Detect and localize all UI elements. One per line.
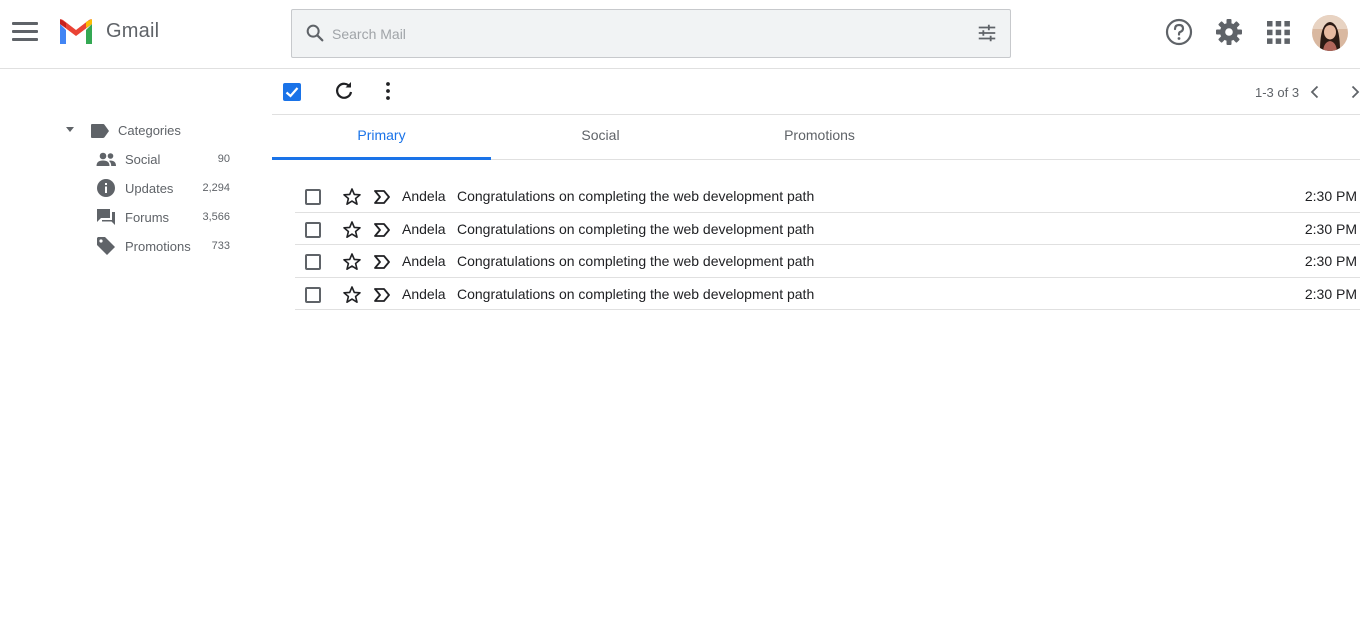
- email-sender: Andela: [402, 188, 446, 204]
- sidebar-item-count: 3,566: [202, 211, 230, 223]
- row-checkbox[interactable]: [305, 254, 321, 270]
- help-icon[interactable]: [1164, 17, 1194, 47]
- important-icon[interactable]: [373, 287, 391, 303]
- search-bar[interactable]: [291, 9, 1011, 58]
- sidebar-item-count: 90: [217, 153, 230, 165]
- sidebar-item-forums[interactable]: Forums 3,566: [95, 206, 235, 228]
- search-icon[interactable]: [304, 22, 326, 44]
- chevron-right-icon[interactable]: [1346, 83, 1360, 101]
- star-icon[interactable]: [342, 252, 362, 272]
- email-subject: Congratulations on completing the web de…: [457, 220, 815, 237]
- email-sender: Andela: [402, 220, 446, 237]
- important-icon[interactable]: [373, 189, 391, 205]
- email-sender: Andela: [402, 253, 446, 269]
- star-icon[interactable]: [342, 187, 362, 207]
- tag-icon: [97, 237, 115, 255]
- menu-icon[interactable]: [10, 19, 40, 45]
- categories-toggle[interactable]: Categories: [62, 121, 242, 141]
- email-subject: Congratulations on completing the web de…: [457, 285, 815, 302]
- more-vert-icon[interactable]: [376, 79, 400, 103]
- email-time: 2:30 PM: [1304, 220, 1357, 237]
- email-row[interactable]: Andela Congratulations on completing the…: [295, 213, 1360, 245]
- select-all-checkbox[interactable]: [283, 83, 301, 101]
- check-icon: [285, 87, 299, 98]
- tab-primary[interactable]: Primary: [272, 115, 491, 160]
- tab-social[interactable]: Social: [491, 115, 710, 159]
- search-input[interactable]: [332, 22, 952, 46]
- top-bar: Gmail: [0, 0, 1360, 69]
- avatar[interactable]: [1312, 15, 1348, 51]
- app-name: Gmail: [106, 20, 160, 42]
- row-checkbox[interactable]: [305, 189, 321, 205]
- category-tabs: Primary Social Promotions: [272, 115, 1360, 160]
- sidebar-item-updates[interactable]: Updates 2,294: [95, 177, 235, 199]
- chevron-left-icon[interactable]: [1306, 83, 1324, 101]
- important-icon[interactable]: [373, 254, 391, 270]
- apps-icon[interactable]: [1267, 21, 1290, 44]
- gear-icon[interactable]: [1214, 17, 1244, 47]
- email-list: Andela Congratulations on completing the…: [295, 180, 1360, 310]
- sidebar-item-promotions[interactable]: Promotions 733: [95, 235, 235, 257]
- important-icon[interactable]: [373, 222, 391, 238]
- sidebar-item-label: Forums: [125, 210, 170, 225]
- caret-down-icon[interactable]: [66, 127, 74, 132]
- categories-label: Categories: [118, 123, 181, 138]
- forum-icon: [97, 209, 115, 225]
- refresh-icon[interactable]: [332, 79, 356, 103]
- sidebar-item-social[interactable]: Social 90: [95, 148, 235, 170]
- sidebar-item-count: 733: [211, 240, 230, 252]
- star-icon[interactable]: [342, 220, 362, 240]
- email-row[interactable]: Andela Congratulations on completing the…: [295, 245, 1360, 278]
- pagination-text: 1-3 of 3: [1255, 85, 1300, 100]
- label-icon: [91, 124, 109, 138]
- sidebar-item-label: Updates: [125, 181, 174, 196]
- email-time: 2:30 PM: [1304, 188, 1357, 204]
- gmail-logo[interactable]: [58, 18, 94, 46]
- email-time: 2:30 PM: [1304, 285, 1357, 302]
- email-time: 2:30 PM: [1304, 253, 1357, 269]
- email-row[interactable]: Andela Congratulations on completing the…: [295, 180, 1360, 213]
- email-subject: Congratulations on completing the web de…: [457, 253, 815, 269]
- row-checkbox[interactable]: [305, 221, 321, 238]
- tab-promotions[interactable]: Promotions: [710, 115, 929, 159]
- email-sender: Andela: [402, 285, 446, 302]
- sidebar-item-count: 2,294: [202, 182, 230, 194]
- people-icon: [96, 152, 116, 166]
- sidebar-item-label: Social: [125, 152, 161, 167]
- sidebar-item-label: Promotions: [125, 239, 191, 254]
- email-subject: Congratulations on completing the web de…: [457, 188, 815, 204]
- mail-toolbar: 1-3 of 3: [272, 69, 1360, 115]
- email-row[interactable]: Andela Congratulations on completing the…: [295, 278, 1360, 310]
- row-checkbox[interactable]: [305, 286, 321, 303]
- star-icon[interactable]: [342, 285, 362, 305]
- tune-icon[interactable]: [976, 22, 998, 44]
- info-icon: [97, 179, 115, 197]
